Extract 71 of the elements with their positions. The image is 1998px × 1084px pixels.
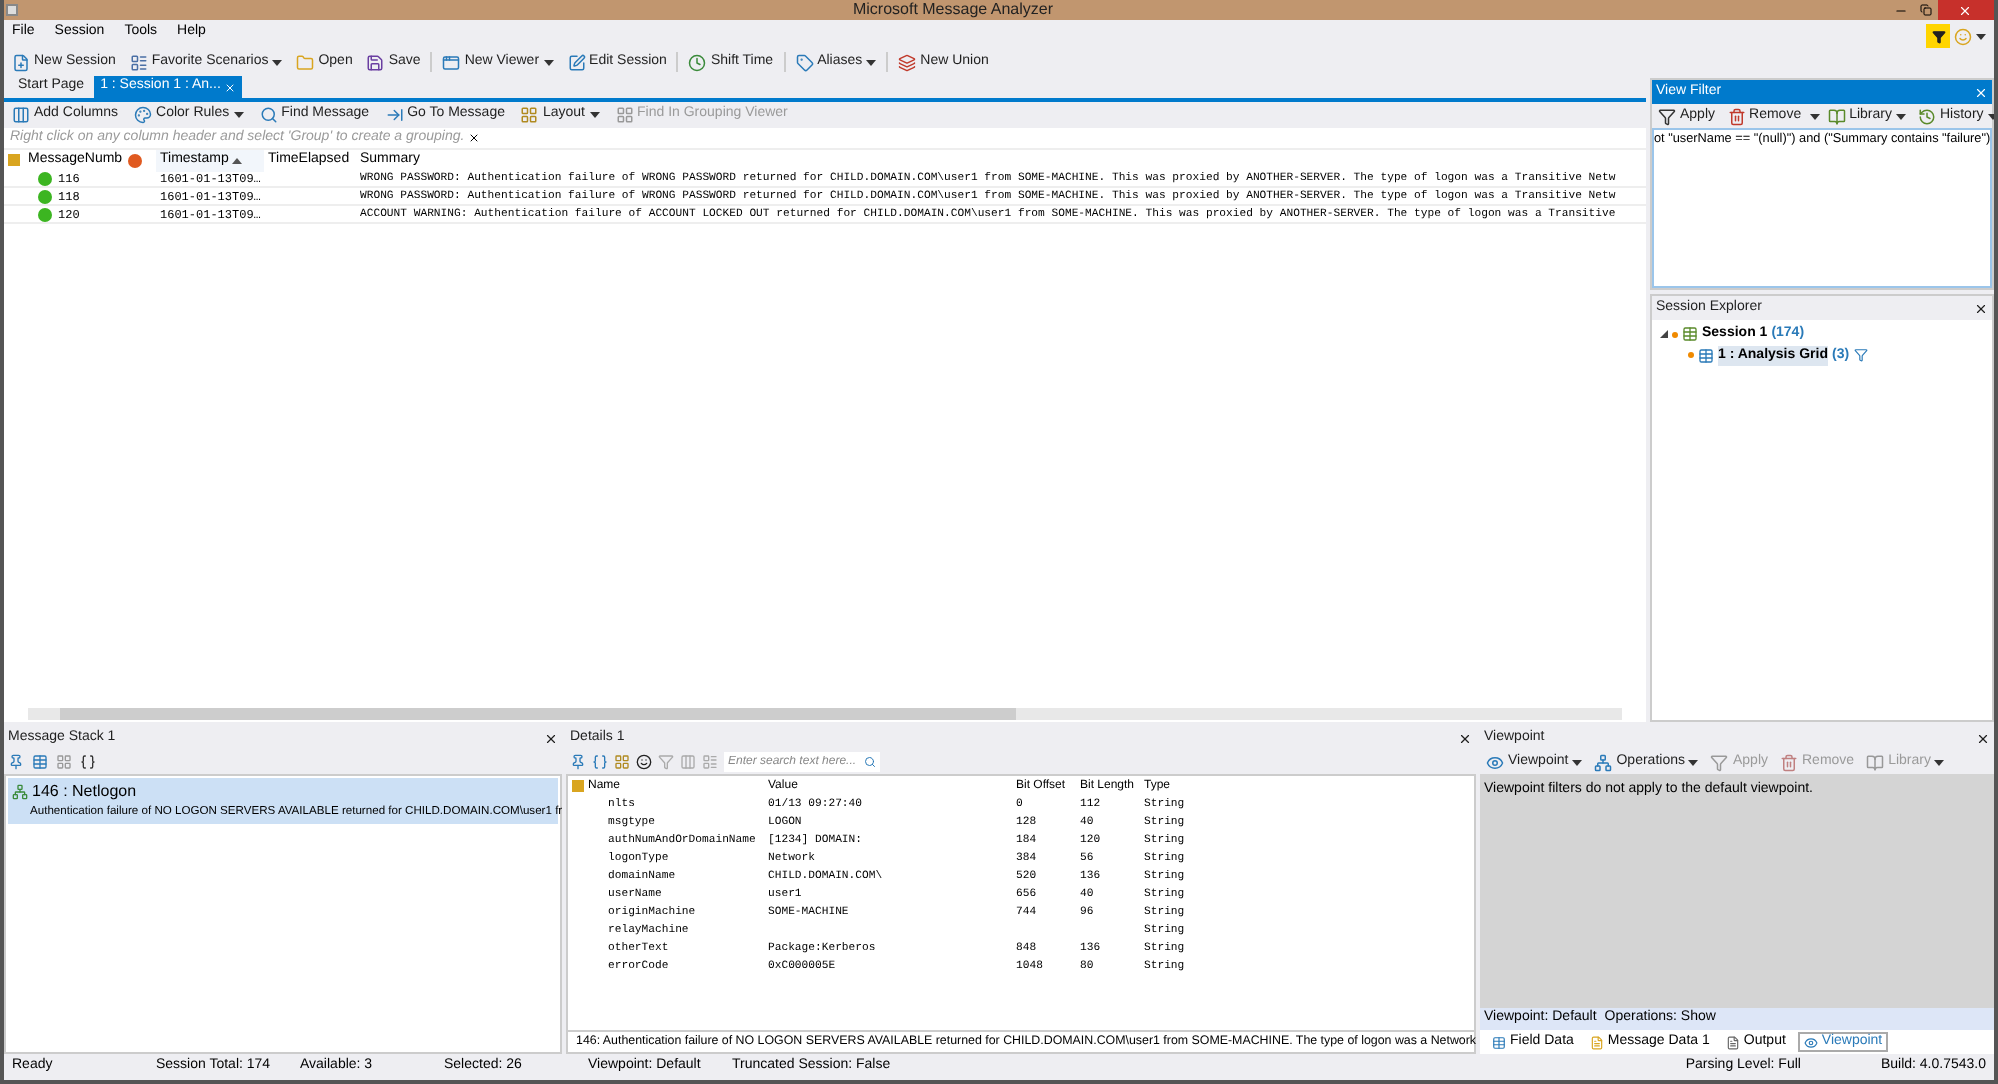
expander-icon[interactable] (1660, 330, 1668, 339)
caret-icon (1809, 113, 1820, 119)
pin-icon[interactable] (570, 754, 586, 770)
caret-icon (1688, 759, 1699, 765)
caret-icon (1934, 759, 1945, 765)
filter-icon (1710, 753, 1729, 771)
filter-icon (1658, 107, 1676, 125)
caret-icon (1896, 113, 1906, 119)
layers-icon (898, 53, 917, 71)
caret-icon (589, 112, 600, 118)
close-icon[interactable] (1974, 301, 1988, 315)
sort-icon (232, 157, 243, 164)
grid-icon (615, 106, 634, 124)
list-icon (129, 53, 148, 71)
caret-icon (1976, 33, 1986, 39)
clock-icon (688, 53, 707, 71)
document-icon (1725, 1035, 1740, 1049)
caret-icon (272, 59, 283, 65)
delete-icon (1727, 107, 1746, 125)
arrow-icon (385, 106, 404, 124)
filter-icon (1853, 348, 1868, 363)
caret-icon (543, 59, 554, 65)
filter-icon (1931, 29, 1945, 43)
table-icon[interactable] (32, 754, 48, 770)
close-icon[interactable] (468, 132, 481, 144)
table-icon (1492, 1035, 1506, 1049)
close-icon[interactable] (1976, 731, 1990, 745)
caret-icon (866, 59, 877, 65)
filter-button[interactable] (1926, 24, 1950, 48)
alert-icon (128, 153, 142, 168)
search-icon (864, 756, 876, 768)
new-file-icon (12, 53, 30, 71)
caret-icon (233, 112, 244, 118)
filter-icon[interactable] (658, 754, 674, 770)
delete-icon (1780, 753, 1798, 771)
book-icon (1866, 753, 1885, 771)
caret-icon (1987, 113, 1994, 119)
close-icon (1958, 3, 1973, 17)
list-icon[interactable] (702, 754, 718, 770)
column-icon (572, 780, 584, 792)
pencil-icon (567, 53, 586, 71)
window-icon (442, 53, 461, 71)
eye-icon (1803, 1035, 1818, 1049)
message-title: 146 : Netlogon (32, 780, 137, 804)
columns-icon (12, 106, 30, 124)
app-icon (6, 4, 18, 16)
column-icon (8, 154, 20, 167)
grid-icon[interactable] (56, 754, 72, 770)
grid-icon (520, 106, 539, 124)
book-icon (1827, 107, 1846, 125)
restore-icon[interactable] (1919, 4, 1932, 16)
close-icon[interactable] (544, 731, 558, 745)
caret-icon (1572, 759, 1583, 765)
search-icon (259, 106, 278, 124)
table-icon (1682, 326, 1698, 343)
eye-icon (1486, 753, 1504, 771)
braces-icon[interactable] (80, 754, 96, 770)
network-icon (12, 784, 28, 800)
horizontal-scrollbar[interactable] (28, 708, 1622, 720)
grid-icon[interactable] (614, 754, 630, 770)
pin-icon[interactable] (8, 754, 24, 770)
document-icon (1589, 1035, 1604, 1049)
window-title: Microsoft Message Analyzer (852, 0, 1054, 22)
table-icon (1698, 347, 1714, 364)
network-icon (1594, 753, 1613, 771)
folder-icon (296, 53, 315, 71)
palette-icon (134, 106, 153, 124)
tag-icon (795, 53, 814, 71)
close-icon (224, 81, 237, 93)
history-icon (1918, 107, 1936, 125)
close-icon[interactable] (1458, 731, 1472, 745)
